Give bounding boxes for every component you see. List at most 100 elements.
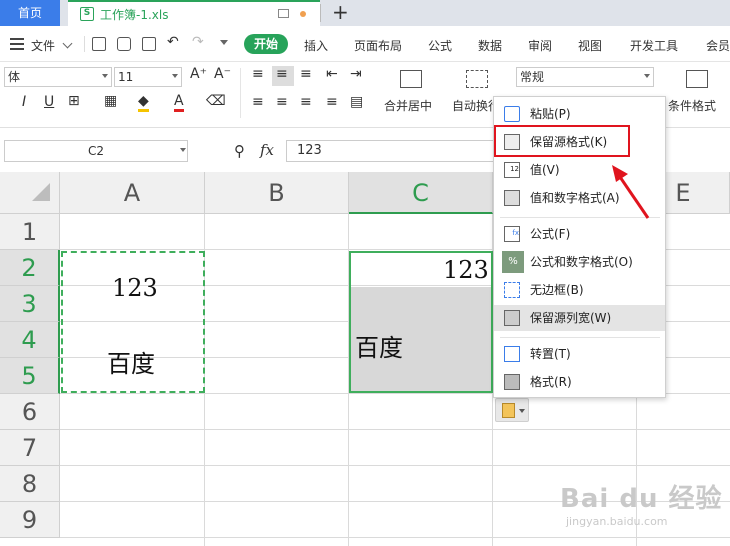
row-header-4[interactable]: 4 [0, 322, 60, 358]
print-icon[interactable] [117, 37, 131, 51]
name-box[interactable]: C2 [4, 140, 188, 162]
formulas-number-format-icon: % [502, 251, 524, 273]
justify-icon[interactable]: ≡ [326, 94, 338, 110]
increase-font-icon[interactable]: A⁺ [190, 66, 207, 82]
grid-line [60, 429, 730, 430]
fx-icon[interactable]: fx [260, 141, 274, 159]
spreadsheet-icon: S [80, 7, 94, 21]
menu-item-formats[interactable]: 格式(R) [494, 369, 665, 395]
row-header-9[interactable]: 9 [0, 502, 60, 538]
column-header-b[interactable]: B [205, 172, 349, 214]
row-header-8[interactable]: 8 [0, 466, 60, 502]
merge-center-label[interactable]: 合并居中 [384, 97, 432, 114]
menu-formulas[interactable]: 公式 [428, 37, 452, 54]
menu-review[interactable]: 审阅 [528, 37, 552, 54]
font-name-select[interactable]: 体 [4, 67, 112, 87]
menu-item-no-borders[interactable]: 无边框(B) [494, 277, 665, 303]
monitor-icon[interactable] [278, 9, 289, 18]
wrap-text-icon[interactable] [466, 70, 488, 88]
watermark-url: jingyan.baidu.com [566, 515, 668, 528]
align-center-icon[interactable]: ≡ [276, 94, 288, 110]
underline-icon[interactable]: U [44, 94, 54, 110]
menu-start[interactable]: 开始 [244, 34, 288, 54]
distributed-icon[interactable]: ▤ [350, 94, 363, 110]
undo-icon[interactable]: ↶ [167, 34, 179, 50]
align-top-icon[interactable]: ≡ [252, 66, 264, 82]
paste-icon [504, 106, 520, 122]
align-right-icon[interactable]: ≡ [300, 94, 312, 110]
menu-item-label: 转置(T) [530, 347, 571, 361]
align-bottom-icon[interactable]: ≡ [300, 66, 312, 82]
menu-item-paste[interactable]: 粘贴(P) [494, 101, 665, 127]
decrease-font-icon[interactable]: A⁻ [214, 66, 231, 82]
row-header-6[interactable]: 6 [0, 394, 60, 430]
tab-divider [320, 4, 321, 22]
font-color-icon[interactable]: A [174, 93, 184, 112]
cell-a4[interactable]: 百度 [107, 344, 155, 379]
quick-access-dropdown-icon[interactable] [220, 40, 228, 45]
select-all-corner[interactable] [0, 172, 60, 214]
align-middle-button[interactable]: ≡ [272, 66, 294, 86]
chevron-down-icon [102, 74, 108, 78]
conditional-format-label[interactable]: 条件格式 [668, 97, 716, 114]
print-preview-icon[interactable] [142, 37, 156, 51]
formats-icon [504, 374, 520, 390]
menu-item-formulas-number-format[interactable]: % 公式和数字格式(O) [494, 249, 665, 275]
annotation-highlight-box [494, 125, 630, 157]
grid-line [60, 465, 730, 466]
formula-input[interactable]: 123 [286, 140, 496, 162]
menu-data[interactable]: 数据 [478, 37, 502, 54]
menu-item-label: 值(V) [530, 163, 560, 177]
row-header-3[interactable]: 3 [0, 286, 60, 322]
align-left-icon[interactable]: ≡ [252, 94, 264, 110]
font-size-select[interactable]: 11 [114, 67, 182, 87]
number-format-value: 常规 [520, 70, 545, 84]
menu-item-formulas[interactable]: fx 公式(F) [494, 221, 665, 247]
menu-item-label: 公式和数字格式(O) [530, 255, 633, 269]
select-all-triangle-icon [32, 183, 50, 201]
font-size-value: 11 [118, 70, 134, 84]
keep-column-width-icon [504, 310, 520, 326]
menu-page-layout[interactable]: 页面布局 [354, 37, 402, 54]
cell-c4[interactable]: 百度 [355, 328, 403, 363]
zoom-icon[interactable]: ⚲ [234, 142, 245, 160]
menu-item-transpose[interactable]: 转置(T) [494, 341, 665, 367]
clear-format-icon[interactable]: ⌫ [206, 93, 226, 109]
row-header-5[interactable]: 5 [0, 358, 60, 394]
cell-style-icon[interactable]: ▦ [104, 93, 117, 109]
cell-a2[interactable]: 123 [112, 274, 158, 302]
new-tab-button[interactable]: + [332, 0, 349, 24]
menu-view[interactable]: 视图 [578, 37, 602, 54]
values-icon: 12 [504, 162, 520, 178]
borders-icon[interactable]: ⊞ [68, 93, 80, 109]
hamburger-icon[interactable] [10, 38, 24, 50]
redo-icon[interactable]: ↷ [192, 34, 204, 50]
merge-center-icon[interactable] [400, 70, 422, 88]
decrease-indent-icon[interactable]: ⇤ [326, 66, 338, 82]
cell-c2[interactable]: 123 [443, 256, 489, 284]
font-name-value: 体 [8, 70, 21, 84]
no-borders-icon [504, 282, 520, 298]
tab-home[interactable]: 首页 [0, 0, 60, 26]
chevron-down-icon[interactable] [180, 148, 186, 152]
paste-options-button[interactable] [495, 398, 529, 422]
row-header-7[interactable]: 7 [0, 430, 60, 466]
menu-item-keep-column-width[interactable]: 保留源列宽(W) [494, 305, 665, 331]
document-title: 工作簿-1.xls [100, 8, 169, 22]
tab-document[interactable]: S 工作簿-1.xls [68, 0, 320, 26]
menu-developer[interactable]: 开发工具 [630, 37, 678, 54]
save-icon[interactable] [92, 37, 106, 51]
menu-insert[interactable]: 插入 [304, 37, 328, 54]
row-header-1[interactable]: 1 [0, 214, 60, 250]
align-middle-icon: ≡ [276, 66, 288, 82]
increase-indent-icon[interactable]: ⇥ [350, 66, 362, 82]
column-header-a[interactable]: A [60, 172, 205, 214]
italic-icon[interactable]: I [22, 94, 26, 110]
conditional-format-icon[interactable] [686, 70, 708, 88]
row-header-2[interactable]: 2 [0, 250, 60, 286]
fill-color-icon[interactable]: ◆ [138, 93, 149, 112]
menu-file[interactable]: 文件 [31, 37, 55, 54]
column-header-c[interactable]: C [349, 172, 493, 214]
number-format-select[interactable]: 常规 [516, 67, 654, 87]
menu-member[interactable]: 会员 [706, 37, 730, 54]
